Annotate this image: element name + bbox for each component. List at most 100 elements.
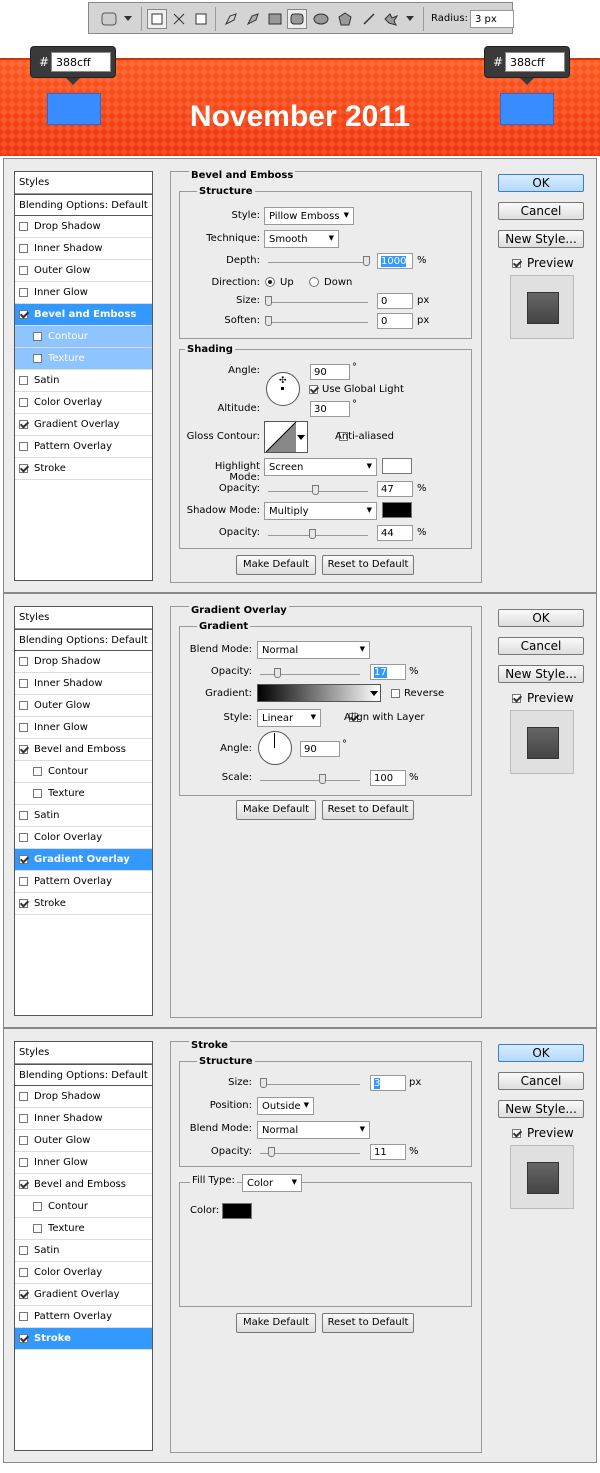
scale-slider-knob[interactable] (319, 774, 326, 784)
ok-button[interactable]: OK (498, 174, 584, 192)
chevron-down-icon[interactable] (123, 9, 133, 29)
highlight-mode-select[interactable]: Screen (264, 458, 377, 476)
size-slider[interactable] (268, 302, 368, 303)
paths-icon[interactable] (169, 9, 189, 29)
opacity-slider[interactable] (260, 1153, 360, 1154)
style-checkbox[interactable] (19, 310, 28, 319)
direction-down-radio[interactable] (309, 277, 319, 287)
style-item-drop-shadow[interactable]: Drop Shadow (15, 216, 152, 238)
style-checkbox[interactable] (33, 1224, 42, 1233)
style-checkbox[interactable] (19, 376, 28, 385)
style-item-texture[interactable]: Texture (15, 783, 152, 805)
style-checkbox[interactable] (19, 1158, 28, 1167)
style-select[interactable]: Linear (257, 709, 321, 727)
styles-header[interactable]: Styles (15, 1042, 152, 1064)
style-checkbox[interactable] (33, 1202, 42, 1211)
style-checkbox[interactable] (19, 833, 28, 842)
cancel-button[interactable]: Cancel (498, 202, 584, 220)
style-checkbox[interactable] (33, 354, 42, 363)
style-item-color-overlay[interactable]: Color Overlay (15, 392, 152, 414)
style-checkbox[interactable] (19, 266, 28, 275)
size-slider[interactable] (260, 1084, 360, 1085)
altitude-input[interactable]: 30 (310, 401, 350, 417)
style-checkbox[interactable] (19, 1180, 28, 1189)
style-item-inner-glow[interactable]: Inner Glow (15, 282, 152, 304)
style-item-pattern-overlay[interactable]: Pattern Overlay (15, 1306, 152, 1328)
style-item-gradient-overlay[interactable]: Gradient Overlay (15, 849, 152, 871)
freeform-pen-icon[interactable] (243, 9, 263, 29)
preview-toggle[interactable]: Preview (512, 256, 574, 270)
style-checkbox[interactable] (19, 701, 28, 710)
style-item-gradient-overlay[interactable]: Gradient Overlay (15, 414, 152, 436)
gloss-contour-picker[interactable] (264, 421, 308, 453)
style-item-drop-shadow[interactable]: Drop Shadow (15, 1086, 152, 1108)
technique-select[interactable]: Smooth (264, 230, 339, 248)
style-item-outer-glow[interactable]: Outer Glow (15, 695, 152, 717)
style-select[interactable]: Pillow Emboss (264, 207, 354, 225)
shape-layers-icon[interactable] (147, 9, 167, 29)
soften-slider[interactable] (268, 322, 368, 323)
style-checkbox[interactable] (19, 855, 28, 864)
highlight-opacity-input[interactable]: 47 (377, 481, 413, 497)
blend-mode-select[interactable]: Normal (257, 1121, 370, 1139)
angle-dial[interactable] (258, 731, 292, 765)
angle-input[interactable]: 90 (310, 364, 350, 380)
style-checkbox[interactable] (19, 442, 28, 451)
rectangle-tool-icon[interactable] (265, 9, 285, 29)
style-checkbox[interactable] (19, 1092, 28, 1101)
highlight-opacity-knob[interactable] (312, 485, 319, 495)
style-checkbox[interactable] (33, 767, 42, 776)
angle-input[interactable]: 90 (300, 741, 340, 757)
new-style-button[interactable]: New Style... (498, 230, 584, 248)
style-item-drop-shadow[interactable]: Drop Shadow (15, 651, 152, 673)
rounded-rect-preset-icon[interactable] (101, 9, 121, 29)
custom-shape-tool-icon[interactable] (381, 9, 401, 29)
style-item-texture[interactable]: Texture (15, 1218, 152, 1240)
style-checkbox[interactable] (19, 398, 28, 407)
chevron-down-icon[interactable] (405, 9, 415, 29)
shadow-opacity-input[interactable]: 44 (377, 525, 413, 541)
shadow-opacity-slider[interactable] (268, 535, 368, 536)
size-slider-knob[interactable] (265, 296, 272, 306)
ellipse-tool-icon[interactable] (311, 9, 331, 29)
pen-icon[interactable] (221, 9, 241, 29)
reset-default-button[interactable]: Reset to Default (322, 800, 414, 820)
styles-header[interactable]: Styles (15, 607, 152, 629)
style-checkbox[interactable] (19, 1246, 28, 1255)
soften-input[interactable]: 0 (377, 313, 413, 329)
size-input[interactable]: 3 (370, 1075, 406, 1091)
preview-toggle[interactable]: Preview (512, 1126, 574, 1140)
new-style-button[interactable]: New Style... (498, 1100, 584, 1118)
style-checkbox[interactable] (19, 1114, 28, 1123)
polygon-tool-icon[interactable] (335, 9, 355, 29)
blend-mode-select[interactable]: Normal (257, 641, 370, 659)
style-item-inner-glow[interactable]: Inner Glow (15, 717, 152, 739)
style-item-contour[interactable]: Contour (15, 1196, 152, 1218)
opacity-slider-knob[interactable] (274, 668, 281, 678)
style-item-gradient-overlay[interactable]: Gradient Overlay (15, 1284, 152, 1306)
gradient-picker[interactable] (257, 684, 381, 702)
cancel-button[interactable]: Cancel (498, 637, 584, 655)
style-checkbox[interactable] (19, 288, 28, 297)
style-checkbox[interactable] (19, 811, 28, 820)
style-checkbox[interactable] (33, 789, 42, 798)
make-default-button[interactable]: Make Default (236, 800, 316, 820)
rounded-rectangle-tool-icon[interactable] (287, 9, 307, 29)
opacity-input[interactable]: 11 (370, 1144, 406, 1160)
style-checkbox[interactable] (19, 679, 28, 688)
style-item-color-overlay[interactable]: Color Overlay (15, 827, 152, 849)
style-item-satin[interactable]: Satin (15, 1240, 152, 1262)
styles-header[interactable]: Styles (15, 172, 152, 194)
style-item-bevel-and-emboss[interactable]: Bevel and Emboss (15, 1174, 152, 1196)
style-item-inner-shadow[interactable]: Inner Shadow (15, 238, 152, 260)
opacity-slider-knob[interactable] (268, 1147, 275, 1157)
hex-color-input[interactable]: 388cff (51, 52, 111, 72)
style-item-pattern-overlay[interactable]: Pattern Overlay (15, 436, 152, 458)
scale-slider[interactable] (260, 780, 360, 781)
style-item-inner-shadow[interactable]: Inner Shadow (15, 673, 152, 695)
direction-up-radio[interactable] (265, 277, 275, 287)
style-checkbox[interactable] (19, 723, 28, 732)
line-tool-icon[interactable] (359, 9, 379, 29)
new-style-button[interactable]: New Style... (498, 665, 584, 683)
ok-button[interactable]: OK (498, 609, 584, 627)
